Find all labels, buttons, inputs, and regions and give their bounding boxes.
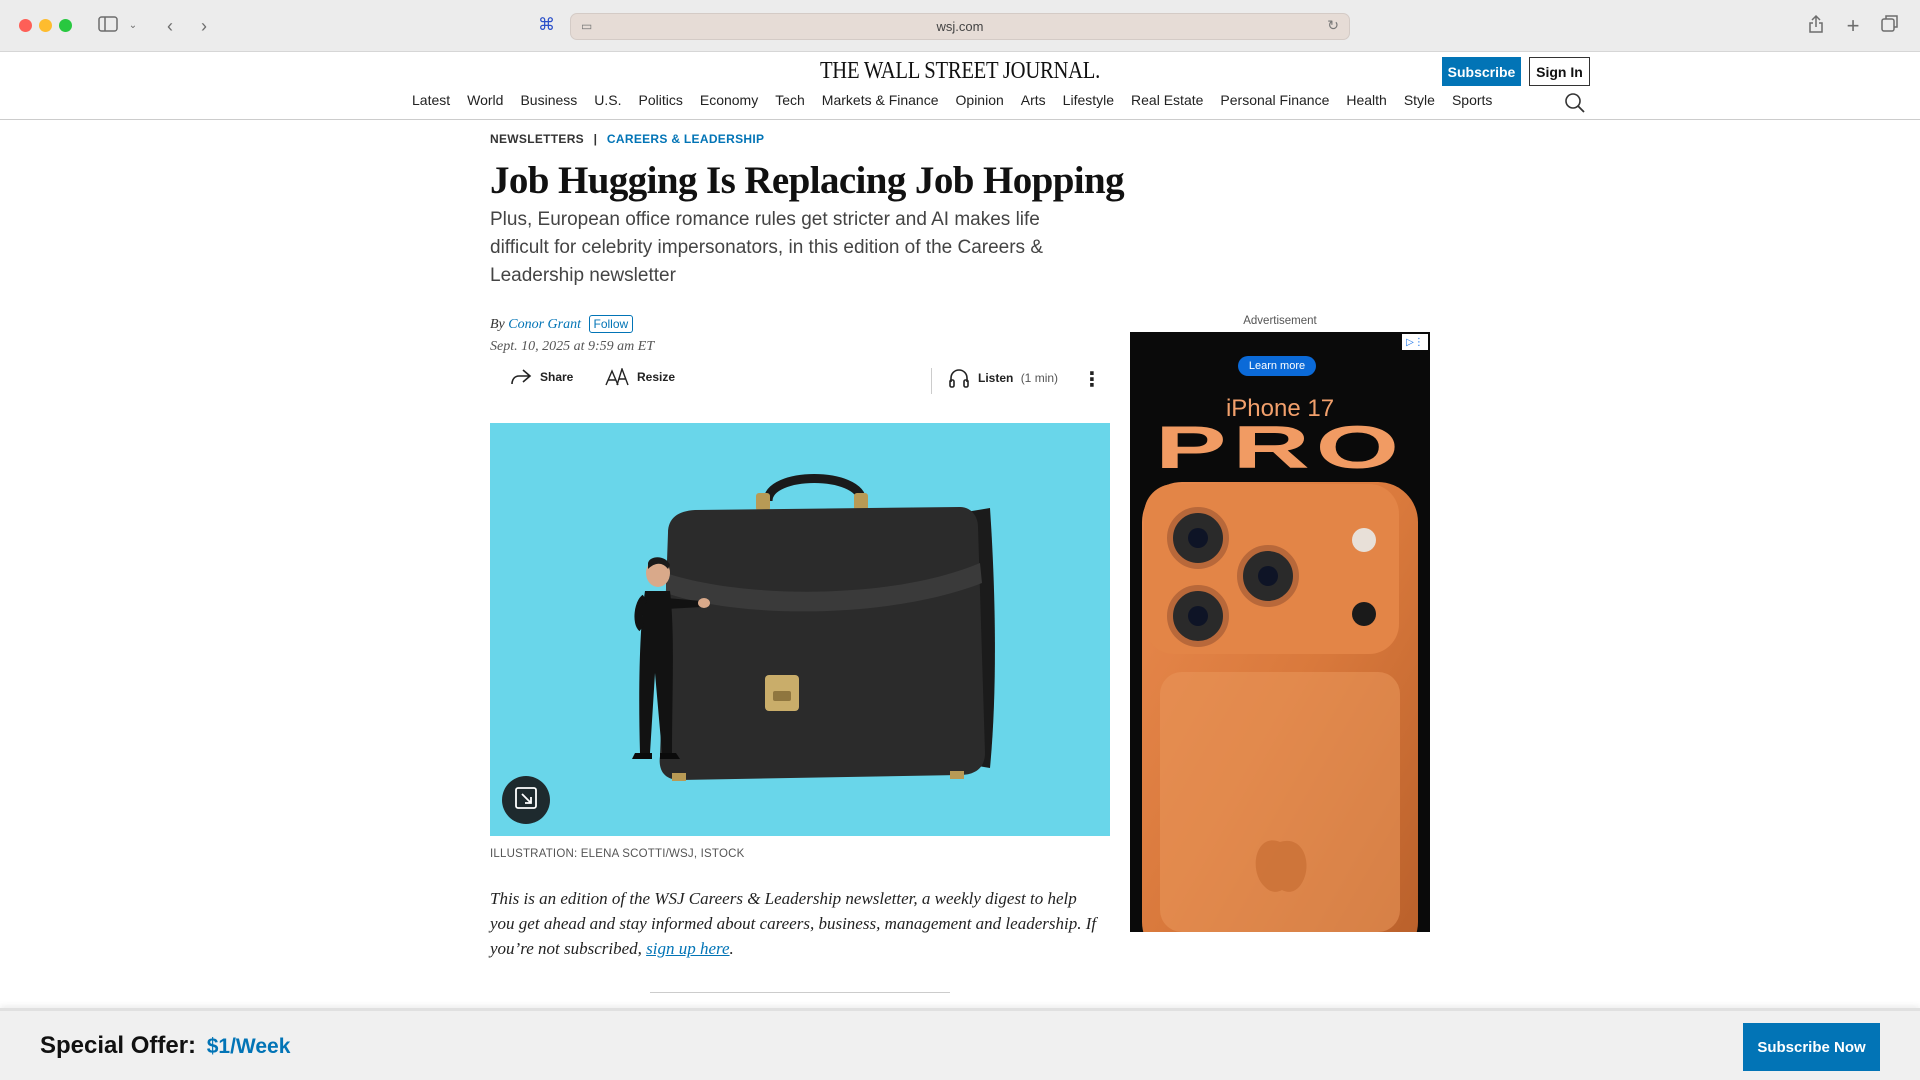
share-arrow-icon (510, 368, 532, 386)
hero-illustration (490, 423, 1110, 836)
article-headline: Job Hugging Is Replacing Job Hopping (490, 159, 1125, 202)
offer-text: Special Offer: $1/Week (40, 1032, 290, 1060)
nav-real-estate[interactable]: Real Estate (1131, 92, 1203, 108)
iphone-ad-image (1142, 482, 1418, 932)
listen-label: Listen (978, 371, 1014, 385)
nav-world[interactable]: World (467, 92, 503, 108)
flashline-separator: | (593, 132, 598, 146)
nav-style[interactable]: Style (1404, 92, 1435, 108)
sidebar-icon[interactable] (96, 14, 120, 38)
offer-title: Special Offer: (40, 1032, 197, 1059)
newsletter-intro: This is an edition of the WSJ Careers & … (490, 886, 1105, 961)
listen-duration: (1 min) (1020, 371, 1059, 385)
publish-timestamp: Sept. 10, 2025 at 9:59 am ET (490, 339, 655, 354)
subscribe-now-button[interactable]: Subscribe Now (1743, 1023, 1880, 1071)
resize-button[interactable]: Resize (605, 368, 675, 386)
share-label: Share (540, 370, 574, 384)
nav-us[interactable]: U.S. (594, 92, 621, 108)
headphones-icon (948, 368, 970, 388)
forward-icon[interactable]: › (194, 14, 214, 38)
advertisement-label: Advertisement (1243, 315, 1317, 327)
sign-in-button[interactable]: Sign In (1529, 57, 1590, 86)
nav-politics[interactable]: Politics (639, 92, 683, 108)
nav-tech[interactable]: Tech (775, 92, 805, 108)
flashline: NEWSLETTERS | CAREERS & LEADERSHIP (490, 132, 764, 146)
byline-prefix: By (490, 317, 505, 332)
site-header: THE WALL STREET JOURNAL. Subscribe Sign … (0, 52, 1920, 120)
nav-personal-finance[interactable]: Personal Finance (1220, 92, 1329, 108)
advertisement[interactable]: Learn more ▷⋮ iPhone 17 PRO (1130, 332, 1430, 932)
listen-button[interactable]: Listen (1 min) (948, 368, 1058, 388)
nav-latest[interactable]: Latest (412, 92, 450, 108)
article-dek: Plus, European office romance rules get … (490, 209, 1044, 286)
nav-arts[interactable]: Arts (1021, 92, 1046, 108)
nav-business[interactable]: Business (520, 92, 577, 108)
text-resize-icon (605, 368, 629, 386)
author-link[interactable]: Conor Grant (508, 317, 581, 332)
search-icon[interactable] (1564, 92, 1586, 114)
more-options-icon[interactable]: ⋮ (1082, 370, 1102, 390)
share-icon[interactable] (1806, 14, 1826, 38)
follow-author-button[interactable]: Follow (588, 315, 634, 333)
browser-toolbar: ⌄ ‹ › ⌘ ▭ wsj.com ↻ + (0, 0, 1920, 52)
flashline-topic[interactable]: CAREERS & LEADERSHIP (607, 132, 764, 146)
byline: By Conor Grant Follow (490, 315, 634, 333)
intro-text: This is an edition of the WSJ Careers & … (490, 889, 1097, 958)
tabs-overview-icon[interactable] (1880, 14, 1900, 38)
nav-markets-finance[interactable]: Markets & Finance (822, 92, 939, 108)
back-icon[interactable]: ‹ (160, 14, 180, 38)
url-text: wsj.com (936, 19, 984, 34)
resize-label: Resize (637, 370, 676, 384)
expand-icon (513, 785, 539, 816)
intro-end: . (729, 939, 734, 958)
sign-up-link[interactable]: sign up here (646, 939, 729, 958)
close-window-button[interactable] (19, 19, 32, 32)
nav-opinion[interactable]: Opinion (956, 92, 1004, 108)
nav-lifestyle[interactable]: Lifestyle (1063, 92, 1114, 108)
zoom-window-button[interactable] (59, 19, 72, 32)
briefcase-hug-illustration (632, 474, 995, 781)
toolbar-divider (931, 368, 932, 394)
offer-price: $1/Week (206, 1035, 291, 1058)
chevron-down-icon[interactable]: ⌄ (126, 14, 140, 38)
nav-economy[interactable]: Economy (700, 92, 758, 108)
handle-clasp-left (756, 493, 770, 511)
special-offer-bar: Special Offer: $1/Week Subscribe Now (0, 1008, 1920, 1080)
section-nav: Latest World Business U.S. Politics Econ… (412, 92, 1509, 108)
nav-sports[interactable]: Sports (1452, 92, 1492, 108)
flashline-section[interactable]: NEWSLETTERS (490, 132, 584, 146)
section-divider (650, 992, 950, 993)
minimize-window-button[interactable] (39, 19, 52, 32)
subscribe-button[interactable]: Subscribe (1442, 57, 1521, 86)
reload-icon[interactable]: ↻ (1327, 17, 1339, 34)
address-bar[interactable]: ▭ wsj.com ↻ (570, 13, 1350, 40)
nav-health[interactable]: Health (1346, 92, 1386, 108)
new-tab-icon[interactable]: + (1843, 14, 1863, 38)
image-caption: ILLUSTRATION: ELENA SCOTTI/WSJ, ISTOCK (490, 848, 745, 860)
command-icon[interactable]: ⌘ (538, 15, 555, 35)
share-button[interactable]: Share (510, 368, 573, 386)
article-toolbar: Share Resize Listen (1 min) ⋮ (490, 368, 1110, 398)
expand-image-button[interactable] (502, 776, 550, 824)
